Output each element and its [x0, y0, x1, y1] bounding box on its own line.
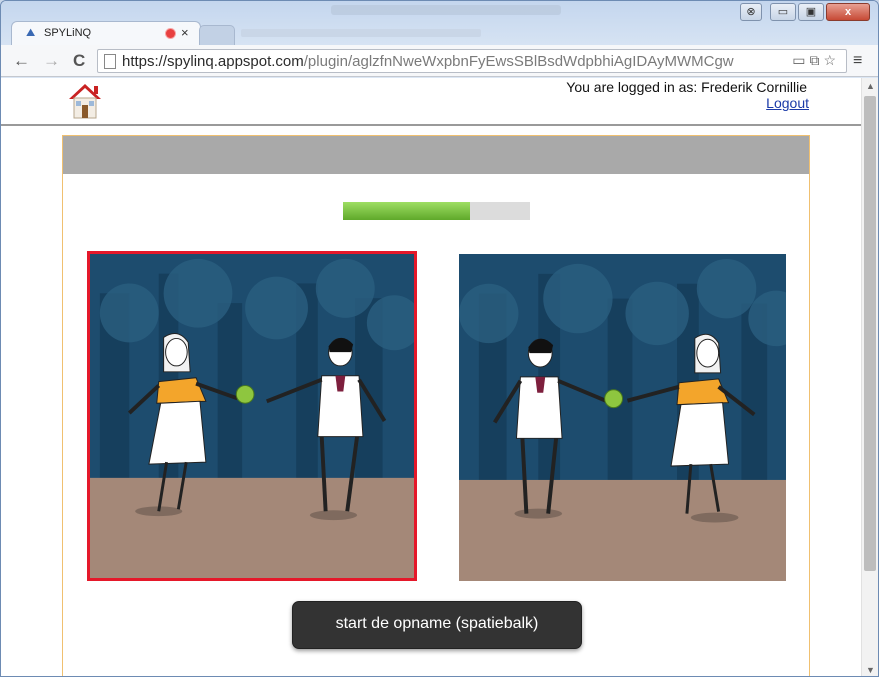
url-host: https://spylinq.appspot.com [122, 53, 304, 70]
browser-toolbar: ← → C https://spylinq.appspot.com/plugin… [1, 45, 878, 77]
browser-tab-active[interactable]: ⛰ SPYLiNQ × [11, 21, 201, 45]
start-recording-button[interactable]: start de opname (spatiebalk) [292, 601, 582, 649]
maximize-button[interactable]: ▣ [798, 3, 824, 21]
scrollbar-thumb[interactable] [864, 96, 876, 571]
home-icon[interactable] [67, 82, 103, 120]
forward-arrow-icon[interactable]: → [43, 51, 60, 71]
logged-in-status: You are logged in as: Frederik Cornillie [566, 79, 807, 95]
bookmark-star-icon[interactable]: ☆ [823, 52, 840, 68]
blurred-window-title [331, 5, 561, 15]
recording-indicator-icon [166, 29, 175, 38]
browser-menu-icon[interactable]: ≡ [853, 52, 862, 70]
cast-icon[interactable]: ▭ [792, 52, 809, 68]
tab-close-icon[interactable]: × [181, 25, 189, 40]
logout-link[interactable]: Logout [766, 95, 809, 111]
page-scrollbar[interactable]: ▲ ▼ [861, 78, 878, 676]
panel-header-bar [63, 136, 809, 174]
exercise-panel: start de opname (spatiebalk) [62, 135, 810, 676]
scroll-up-arrow-icon[interactable]: ▲ [866, 81, 875, 91]
title-bar: ⛰ SPYLiNQ × ⊗ ▭ ▣ x [1, 1, 878, 45]
url-path: /plugin/aglzfnNweWxpbnFyEwsSBlBsdWdpbhiA… [303, 53, 734, 70]
scroll-down-arrow-icon[interactable]: ▼ [866, 665, 875, 675]
browser-window: ⛰ SPYLiNQ × ⊗ ▭ ▣ x ← → C https://spylin… [0, 0, 879, 677]
illustration-boy-gives-apple [459, 254, 786, 581]
tab-title: SPYLiNQ [44, 27, 92, 39]
back-arrow-icon[interactable]: ← [13, 51, 30, 71]
site-header: You are logged in as: Frederik Cornillie… [1, 78, 861, 126]
reload-icon[interactable]: C [73, 51, 85, 71]
omnibox-icons[interactable]: ▭⧉☆ [792, 52, 840, 69]
user-profile-icon[interactable]: ⊗ [740, 3, 762, 21]
page-icon [104, 54, 116, 69]
progress-bar-fill [343, 202, 471, 220]
new-tab-button[interactable] [199, 25, 235, 45]
picture-option-right[interactable] [459, 254, 786, 581]
picture-option-left[interactable] [87, 251, 417, 581]
close-window-button[interactable]: x [826, 3, 870, 21]
page-viewport: You are logged in as: Frederik Cornillie… [1, 78, 861, 676]
progress-bar [343, 202, 530, 220]
window-controls: ⊗ ▭ ▣ x [740, 3, 870, 23]
illustration-girl-gives-apple [90, 254, 414, 578]
address-bar[interactable]: https://spylinq.appspot.com/plugin/aglzf… [97, 49, 847, 73]
url-text: https://spylinq.appspot.com/plugin/aglzf… [122, 53, 734, 70]
spylinq-favicon-icon: ⛰ [26, 27, 36, 39]
minimize-button[interactable]: ▭ [770, 3, 796, 21]
blurred-background-tabs [241, 29, 481, 37]
translate-icon[interactable]: ⧉ [809, 52, 823, 68]
